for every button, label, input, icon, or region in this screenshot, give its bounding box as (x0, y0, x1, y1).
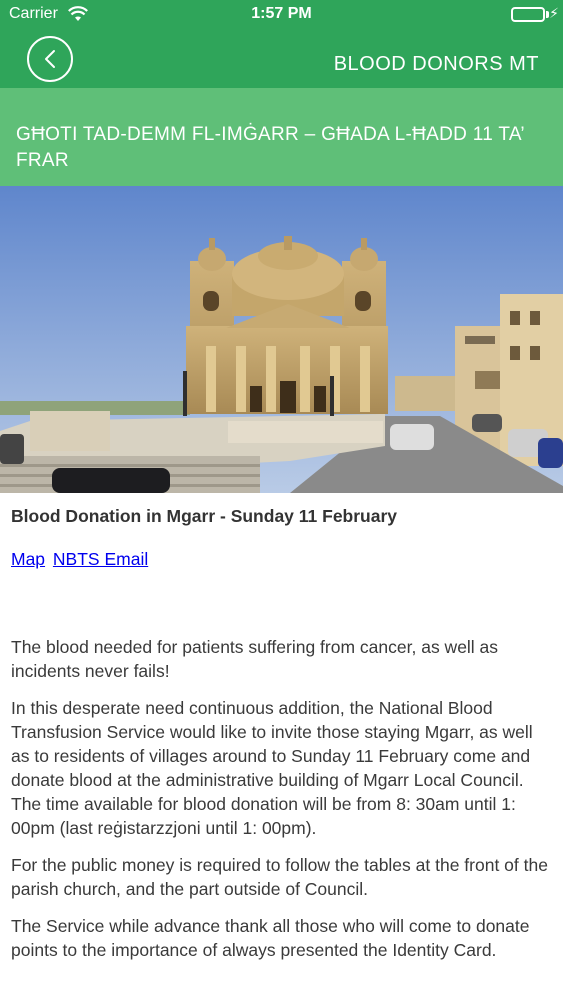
article-title: GĦOTI TAD-DEMM FL-IMĠARR – GĦADA L-ĦADD … (16, 124, 525, 171)
app-title: BLOOD DONORS MT (333, 53, 539, 75)
navigation-bar: BLOOD DONORS MT (0, 30, 563, 88)
charging-icon: ⚡ (549, 5, 559, 21)
church-photo (0, 186, 563, 493)
article-headline: Blood Donation in Mgarr - Sunday 11 Febr… (11, 506, 398, 526)
nbts-email-link[interactable]: NBTS Email (53, 549, 148, 569)
paragraph: The Service while advance thank all thos… (11, 916, 530, 960)
status-bar: Carrier 1:57 PM ⚡ (0, 0, 563, 30)
article-image (0, 186, 563, 493)
back-button[interactable] (27, 36, 73, 82)
map-link[interactable]: Map (11, 549, 45, 569)
chevron-left-icon (45, 50, 55, 68)
article-title-banner: GĦOTI TAD-DEMM FL-IMĠARR – GĦADA L-ĦADD … (0, 88, 563, 186)
battery-icon (511, 7, 545, 22)
clock: 1:57 PM (251, 5, 312, 22)
paragraph: In this desperate need continuous additi… (11, 698, 533, 838)
paragraph: For the public money is required to foll… (11, 855, 548, 899)
article-links: Map NBTS Email (11, 547, 553, 571)
article-body: Blood Donation in Mgarr - Sunday 11 Febr… (11, 504, 553, 962)
paragraph: The blood needed for patients suffering … (11, 637, 499, 681)
